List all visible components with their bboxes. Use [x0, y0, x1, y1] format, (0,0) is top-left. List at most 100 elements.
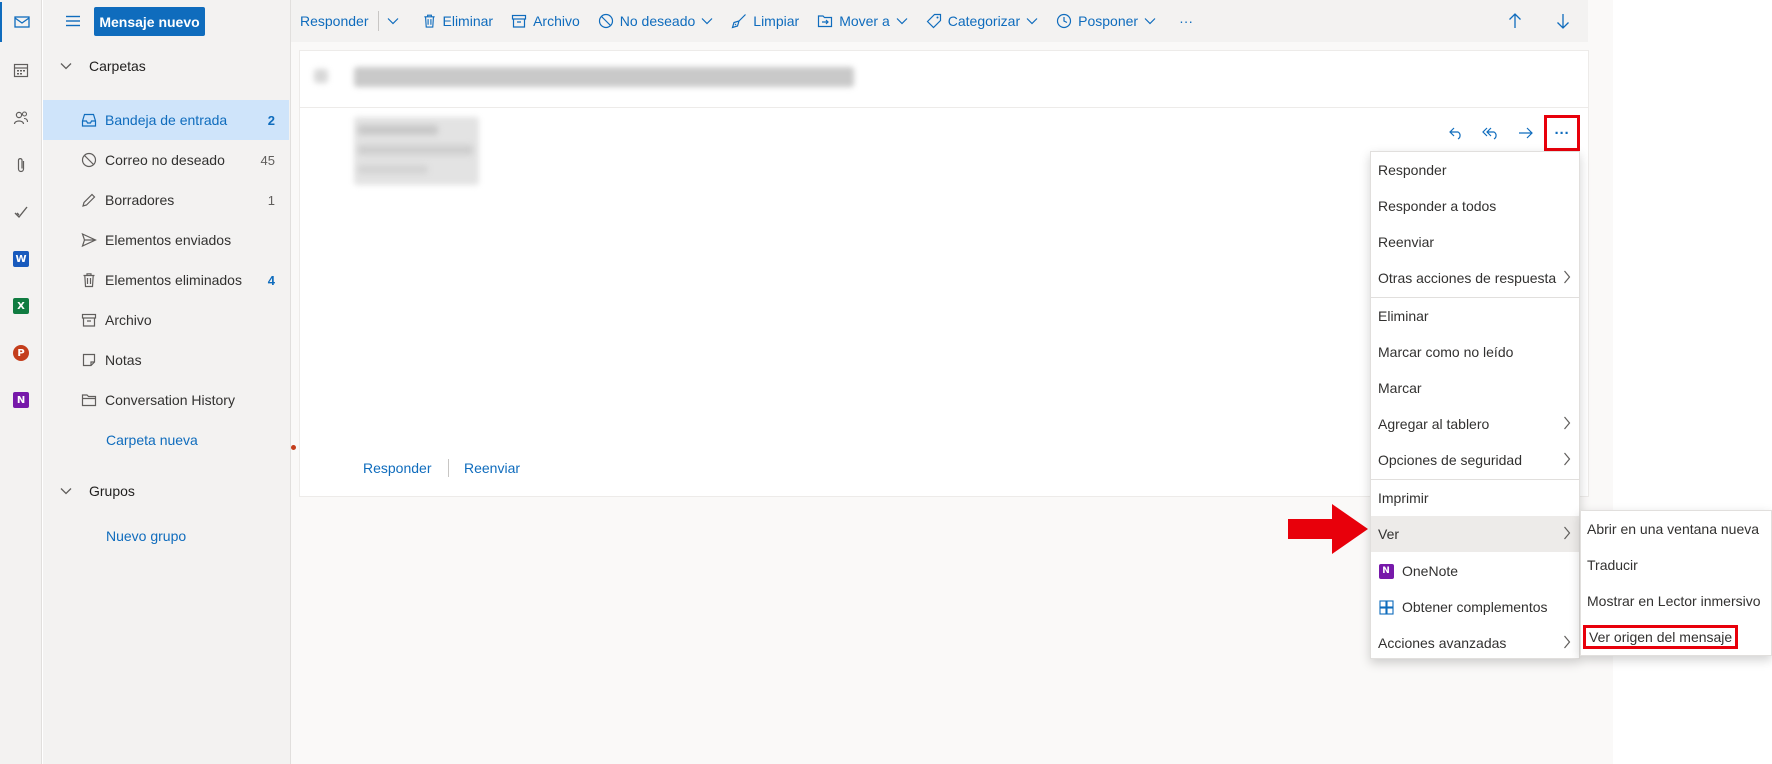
folders-header-label: Carpetas: [89, 58, 146, 74]
menu-item-other-reply-actions[interactable]: Otras acciones de respuesta: [1371, 260, 1579, 296]
inbox-icon: [43, 112, 105, 128]
trash-icon: [43, 272, 105, 288]
item-count: 1: [267, 192, 275, 208]
block-icon: [598, 13, 613, 29]
forward-link[interactable]: Reenviar: [464, 460, 520, 476]
excel-icon[interactable]: X: [0, 286, 42, 326]
word-icon[interactable]: W: [0, 239, 42, 279]
menu-item-add-to-board[interactable]: Agregar al tablero: [1371, 406, 1579, 442]
calendar-icon[interactable]: [0, 50, 42, 90]
previous-message-arrow-up-icon[interactable]: [1494, 0, 1542, 42]
link-divider: [448, 459, 449, 477]
categorize-label: Categorizar: [947, 13, 1021, 29]
reply-all-icon[interactable]: [1478, 120, 1504, 146]
powerpoint-icon[interactable]: P: [0, 333, 42, 373]
menu-label: Responder: [1378, 162, 1447, 178]
junk-label: No deseado: [619, 13, 696, 29]
more-actions-button[interactable]: ···: [1544, 115, 1580, 151]
folder-label: Correo no deseado: [105, 152, 225, 168]
chevron-down-icon: [1144, 18, 1156, 25]
forward-arrow-icon[interactable]: [1513, 120, 1539, 146]
reply-dropdown-chevron-icon[interactable]: [379, 0, 413, 42]
reply-link[interactable]: Responder: [363, 460, 432, 476]
addins-grid-icon: [1378, 599, 1394, 615]
groups-header-label: Grupos: [89, 483, 135, 499]
mail-icon[interactable]: [0, 2, 42, 42]
junk-icon: [43, 152, 105, 168]
blurred-recipients: [358, 145, 473, 155]
tag-icon: [926, 13, 941, 29]
folder-conversation-history[interactable]: Conversation History: [43, 380, 289, 420]
new-folder-link[interactable]: Carpeta nueva: [106, 432, 198, 448]
toolbar-more-button[interactable]: ···: [1165, 0, 1207, 42]
chevron-right-icon: [1564, 635, 1571, 649]
categorize-button[interactable]: Categorizar: [917, 0, 1047, 42]
junk-button[interactable]: No deseado: [589, 0, 723, 42]
folder-notes[interactable]: Notas: [43, 340, 289, 380]
snooze-button[interactable]: Posponer: [1047, 0, 1165, 42]
folder-junk[interactable]: Correo no deseado 45: [43, 140, 289, 180]
new-mail-button[interactable]: Mensaje nuevo: [94, 7, 205, 36]
reply-arrow-icon[interactable]: [1443, 120, 1469, 146]
menu-label: Otras acciones de respuesta: [1378, 270, 1557, 286]
submenu-label: Abrir en una ventana nueva: [1587, 521, 1760, 537]
chevron-right-icon: [1564, 270, 1571, 284]
archive-label: Archivo: [533, 13, 580, 29]
menu-label: Agregar al tablero: [1378, 416, 1490, 432]
chevron-down-icon: [1026, 18, 1038, 25]
attachment-icon[interactable]: [0, 145, 42, 185]
menu-item-flag[interactable]: Marcar: [1371, 370, 1579, 406]
blurred-date: [358, 165, 428, 174]
menu-label: Acciones avanzadas: [1378, 635, 1507, 651]
menu-item-advanced-actions[interactable]: Acciones avanzadas: [1371, 625, 1579, 661]
menu-item-reply[interactable]: Responder: [1371, 152, 1579, 188]
menu-item-mark-unread[interactable]: Marcar como no leído: [1371, 334, 1579, 370]
pencil-icon: [43, 192, 105, 208]
folder-label: Notas: [105, 352, 142, 368]
menu-item-reply-all[interactable]: Responder a todos: [1371, 188, 1579, 224]
move-button[interactable]: Mover a: [808, 0, 917, 42]
unread-count: 4: [267, 272, 275, 288]
submenu-item-view-message-source[interactable]: Ver origen del mensaje: [1581, 619, 1771, 655]
menu-label: Opciones de seguridad: [1378, 452, 1522, 468]
todo-icon[interactable]: [0, 192, 42, 232]
folder-archive[interactable]: Archivo: [43, 300, 289, 340]
chevron-right-icon: [1564, 416, 1571, 430]
archive-icon: [43, 312, 105, 328]
submenu-item-open-new-window[interactable]: Abrir en una ventana nueva: [1581, 511, 1771, 547]
onenote-icon[interactable]: N: [0, 380, 42, 420]
menu-label: OneNote: [1402, 563, 1459, 579]
menu-item-forward[interactable]: Reenviar: [1371, 224, 1579, 260]
more-actions-menu: Responder Responder a todos Reenviar Otr…: [1370, 151, 1580, 659]
menu-item-delete[interactable]: Eliminar: [1371, 298, 1579, 334]
submenu-item-translate[interactable]: Traducir: [1581, 547, 1771, 583]
app-rail: W X P N: [0, 0, 42, 764]
next-message-arrow-down-icon[interactable]: [1542, 0, 1588, 42]
archive-button[interactable]: Archivo: [502, 0, 589, 42]
chevron-down-icon: [701, 18, 713, 25]
menu-item-view[interactable]: Ver: [1371, 516, 1579, 552]
folder-drafts[interactable]: Borradores 1: [43, 180, 289, 220]
hamburger-menu-icon[interactable]: [57, 9, 89, 33]
people-icon[interactable]: [0, 98, 42, 138]
menu-item-onenote[interactable]: N OneNote: [1371, 553, 1579, 589]
reply-button[interactable]: Responder: [291, 0, 378, 42]
folder-sent[interactable]: Elementos enviados: [43, 220, 289, 260]
folder-deleted[interactable]: Elementos eliminados 4: [43, 260, 289, 300]
onenote-icon: N: [1378, 563, 1394, 579]
submenu-item-immersive-reader[interactable]: Mostrar en Lector inmersivo: [1581, 583, 1771, 619]
new-group-link[interactable]: Nuevo grupo: [106, 528, 186, 544]
folder-label: Conversation History: [105, 392, 235, 408]
menu-item-get-addins[interactable]: Obtener complementos: [1371, 589, 1579, 625]
annotation-red-arrow: [1288, 504, 1370, 557]
folders-header[interactable]: Carpetas: [43, 49, 291, 83]
delete-button[interactable]: Eliminar: [413, 0, 503, 42]
more-label: ···: [1179, 13, 1194, 29]
menu-item-print[interactable]: Imprimir: [1371, 480, 1579, 516]
menu-item-security-options[interactable]: Opciones de seguridad: [1371, 442, 1579, 478]
groups-header[interactable]: Grupos: [43, 474, 291, 508]
chevron-right-icon: [1564, 526, 1571, 540]
sweep-button[interactable]: Limpiar: [722, 0, 808, 42]
folder-label: Elementos enviados: [105, 232, 232, 248]
folder-inbox[interactable]: Bandeja de entrada 2: [43, 100, 289, 140]
